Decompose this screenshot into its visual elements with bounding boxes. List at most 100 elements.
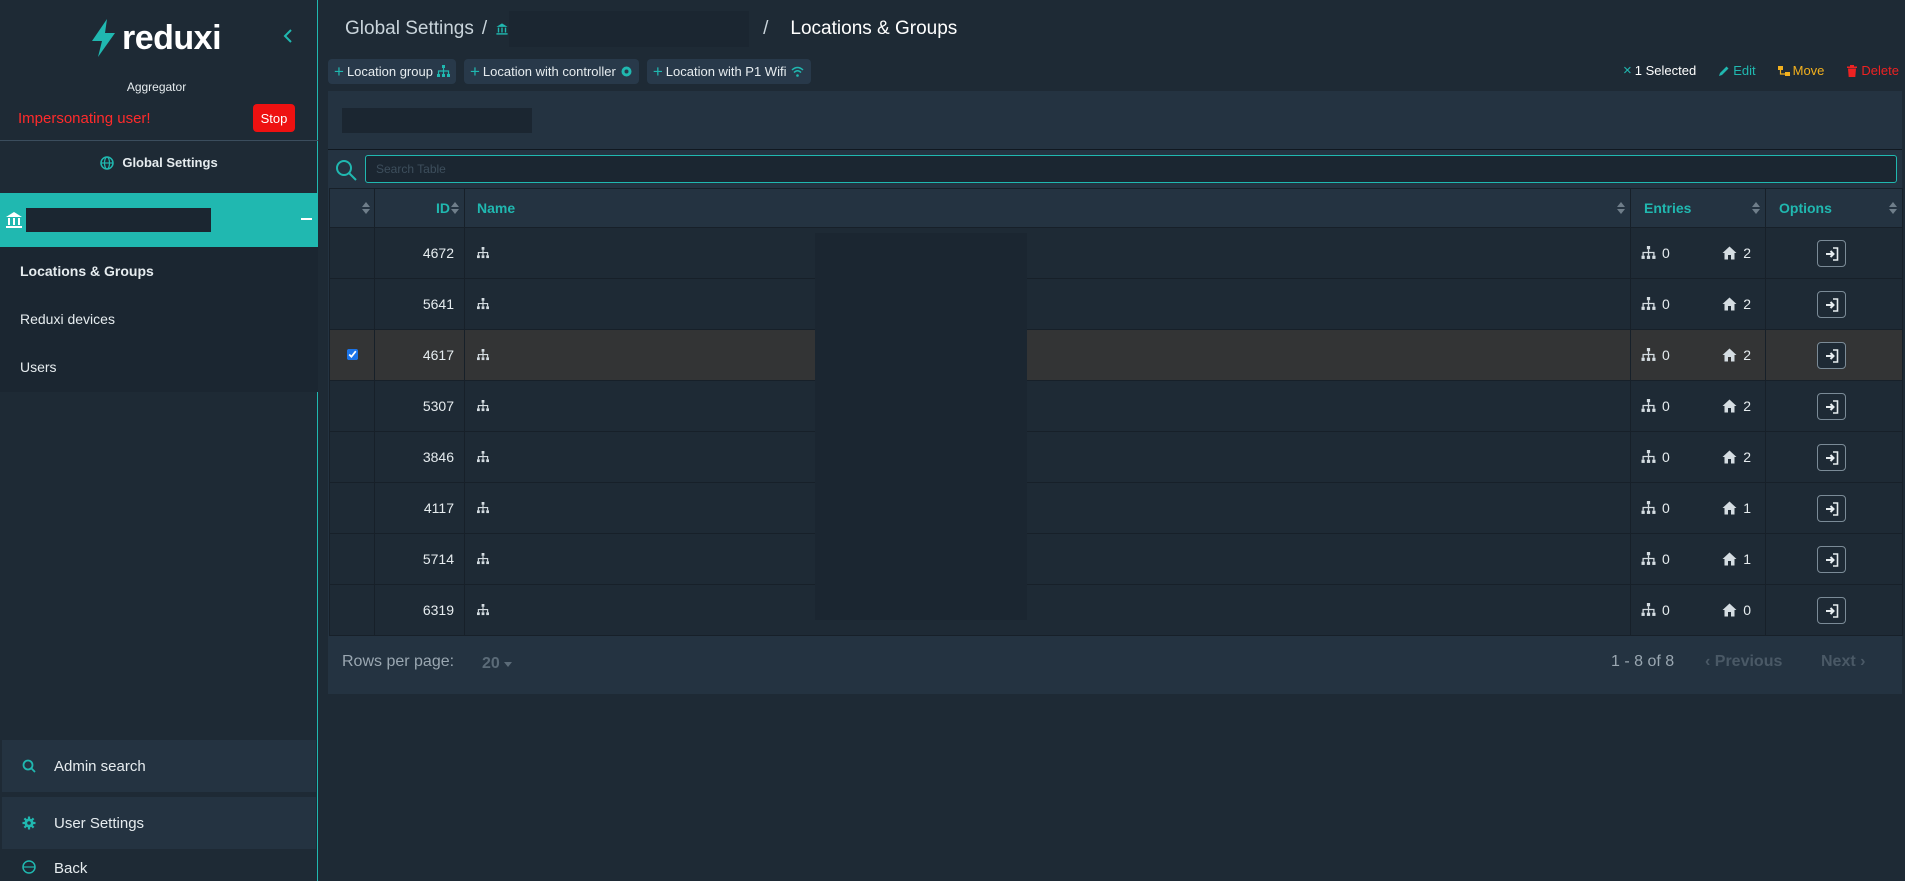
sidebar-item-locations-groups[interactable]: Locations & Groups: [0, 247, 318, 295]
delete-button[interactable]: Delete: [1846, 63, 1899, 78]
row-id: 5714: [374, 533, 465, 585]
collapse-sidebar-icon[interactable]: [280, 28, 296, 44]
add-location-group-button[interactable]: + Location group: [328, 59, 456, 84]
home-count: 1: [1722, 551, 1751, 567]
plus-icon: +: [652, 62, 663, 81]
row-entries-cell: 02: [1630, 329, 1766, 381]
add-location-p1-wifi-button[interactable]: + Location with P1 Wifi: [646, 59, 812, 84]
row-select-cell: [329, 482, 375, 534]
stop-impersonation-button[interactable]: Stop: [253, 104, 295, 132]
sidebar-organization-item[interactable]: [0, 193, 318, 247]
plus-icon: +: [334, 62, 344, 81]
selected-count: 1 Selected: [1634, 63, 1697, 78]
add-location-controller-button[interactable]: + Location with controller: [463, 59, 639, 84]
locations-table: ID Name Entries Options 4672 0 2 5641 0 2 4617…: [329, 188, 1903, 636]
group-count: 0: [1641, 245, 1670, 261]
brand-logo[interactable]: reduxi: [88, 18, 222, 58]
next-page-button[interactable]: Next ›: [1821, 653, 1865, 671]
row-name-cell: [464, 380, 1631, 432]
rows-per-page-value: 20: [482, 655, 500, 672]
open-location-button[interactable]: [1817, 392, 1846, 420]
back-button[interactable]: Back: [2, 858, 316, 881]
row-options-cell: [1765, 431, 1903, 483]
home-icon: [1722, 501, 1737, 515]
breadcrumb: Global Settings / / Locations & Groups: [345, 11, 957, 47]
table-body: 4672 0 2 5641 0 2 4617 0 2 5307 0 2 3846 0 2 4117 0 1 5714…: [329, 227, 1903, 636]
table-row[interactable]: 3846 0 2: [329, 431, 1903, 483]
home-count: 2: [1722, 398, 1751, 414]
row-id: 5307: [374, 380, 465, 432]
sidebar: reduxi Aggregator Impersonating user! St…: [0, 0, 318, 881]
sitemap-icon: [1641, 399, 1656, 412]
home-count-value: 2: [1743, 347, 1751, 363]
button-label: Location with P1 Wifi: [665, 64, 787, 79]
sitemap-icon: [477, 298, 489, 310]
selection-actions: × 1 Selected Edit Move Delete: [1623, 62, 1899, 79]
clear-selection-button[interactable]: × 1 Selected: [1623, 62, 1696, 79]
table-row[interactable]: 4117 0 1: [329, 482, 1903, 534]
column-label: Entries: [1644, 200, 1692, 216]
row-options-cell: [1765, 329, 1903, 381]
home-icon: [1722, 399, 1737, 413]
row-options-cell: [1765, 533, 1903, 585]
breadcrumb-root[interactable]: Global Settings: [345, 18, 474, 40]
name-column-header[interactable]: Name: [464, 188, 1631, 228]
row-select-cell: [329, 584, 375, 636]
row-select-cell: [329, 329, 375, 381]
row-entries-cell: 01: [1630, 482, 1766, 534]
sign-in-icon: [1826, 450, 1839, 465]
open-location-button[interactable]: [1817, 596, 1846, 624]
table-row[interactable]: 4672 0 2: [329, 227, 1903, 279]
select-column-header[interactable]: [329, 188, 375, 228]
home-count-value: 1: [1743, 551, 1751, 567]
row-options-cell: [1765, 278, 1903, 330]
search-row: [328, 152, 1902, 187]
row-select-cell: [329, 431, 375, 483]
group-count: 0: [1641, 500, 1670, 516]
open-location-button[interactable]: [1817, 239, 1846, 267]
sidebar-item-reduxi-devices[interactable]: Reduxi devices: [0, 295, 318, 343]
options-column-header[interactable]: Options: [1765, 188, 1903, 228]
open-location-button[interactable]: [1817, 494, 1846, 522]
sign-in-icon: [1826, 246, 1839, 261]
home-icon: [1722, 348, 1737, 362]
row-options-cell: [1765, 227, 1903, 279]
search-table-input[interactable]: [365, 155, 1897, 183]
id-column-header[interactable]: ID: [374, 188, 465, 228]
open-location-button[interactable]: [1817, 290, 1846, 318]
entries-column-header[interactable]: Entries: [1630, 188, 1766, 228]
edit-button[interactable]: Edit: [1718, 63, 1756, 78]
redacted-organization-crumb: [509, 11, 750, 47]
table-row[interactable]: 5641 0 2: [329, 278, 1903, 330]
button-label: Location group: [346, 64, 433, 79]
impersonation-warning: Impersonating user!: [18, 110, 151, 127]
chevron-right-icon: ›: [1855, 653, 1866, 670]
row-checkbox[interactable]: [346, 349, 358, 360]
move-button[interactable]: Move: [1777, 63, 1825, 78]
back-label: Back: [54, 860, 88, 877]
globe-icon: [22, 860, 36, 874]
move-label: Move: [1792, 63, 1825, 78]
open-location-button[interactable]: [1817, 443, 1846, 471]
group-count-value: 0: [1662, 500, 1670, 516]
sidebar-item-users[interactable]: Users: [0, 343, 318, 391]
group-count-value: 0: [1662, 551, 1670, 567]
table-row[interactable]: 5307 0 2: [329, 380, 1903, 432]
sign-in-icon: [1826, 399, 1839, 414]
table-row[interactable]: 6319 0 0: [329, 584, 1903, 636]
previous-page-button[interactable]: ‹ Previous: [1705, 653, 1782, 671]
rows-per-page-select[interactable]: 20: [482, 655, 512, 673]
sort-icon: [1889, 202, 1897, 214]
row-entries-cell: 02: [1630, 278, 1766, 330]
collapse-minus-icon[interactable]: [301, 218, 312, 220]
admin-search-button[interactable]: Admin search: [2, 740, 316, 792]
table-row[interactable]: 5714 0 1: [329, 533, 1903, 585]
open-location-button[interactable]: [1817, 545, 1846, 573]
table-row[interactable]: 4617 0 2: [329, 329, 1903, 381]
sitemap-icon: [477, 604, 489, 616]
open-location-button[interactable]: [1817, 341, 1846, 369]
sidebar-item-global-settings[interactable]: Global Settings: [0, 155, 318, 170]
user-settings-button[interactable]: User Settings: [2, 797, 316, 849]
pagination: Rows per page: 20 1 - 8 of 8 ‹ Previous …: [328, 633, 1902, 694]
bank-icon: [496, 23, 508, 35]
